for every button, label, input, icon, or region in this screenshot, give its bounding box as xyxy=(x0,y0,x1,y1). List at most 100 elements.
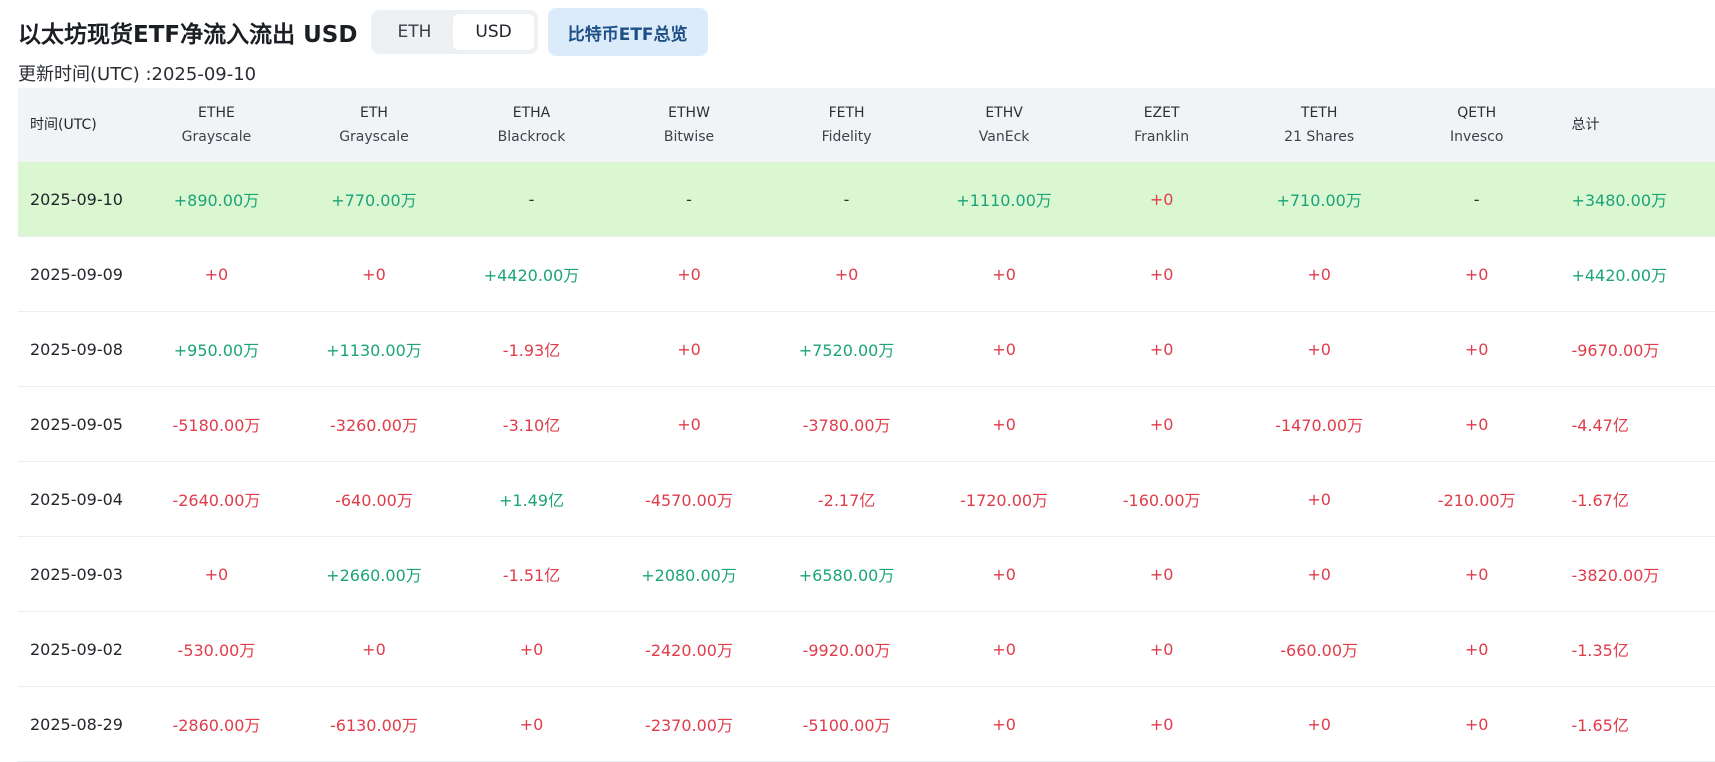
flow-cell: +0 xyxy=(362,264,386,284)
flow-cell: +0 xyxy=(362,639,386,659)
flow-cell: -1.93亿 xyxy=(502,341,561,360)
column-header-eth: ETH Grayscale xyxy=(295,101,453,149)
flow-cell: +0 xyxy=(1149,339,1174,359)
table-body: 2025-09-10 +890.00万 +770.00万 - - - +1110.00万 +0… xyxy=(18,162,1715,762)
column-ticker: ETHE xyxy=(198,105,235,121)
column-issuer: Grayscale xyxy=(339,129,409,145)
flow-cell: -3.10亿 xyxy=(502,416,561,435)
total-cell: -9670.00万 xyxy=(1571,341,1660,360)
flow-cell: +0 xyxy=(1149,414,1174,434)
flow-cell: -530.00万 xyxy=(177,641,256,660)
column-ticker: ETHV xyxy=(985,105,1023,121)
flow-cell: +0 xyxy=(1149,264,1174,284)
flow-cell: +0 xyxy=(204,264,229,284)
column-header-ethv: ETHV VanEck xyxy=(925,101,1083,149)
table-row: 2025-09-02 -530.00万 +0 +0 -2420.00万 -9920.00万… xyxy=(18,612,1715,687)
etf-flow-table: 时间(UTC) ETHE Grayscale ETH Grayscale ETHA Bla… xyxy=(18,88,1715,762)
column-header-ethw: ETHW Bitwise xyxy=(610,101,768,149)
flow-cell: -2860.00万 xyxy=(172,716,261,735)
flow-cell: -5100.00万 xyxy=(802,716,891,735)
flow-cell: -2370.00万 xyxy=(645,716,733,735)
table-row: 2025-09-09 +0 +0 +4420.00万 +0 +0 +0 +0 +0 +0 +4420… xyxy=(18,237,1715,312)
flow-cell: +0 xyxy=(992,639,1016,659)
total-cell: +3480.00万 xyxy=(1571,191,1668,210)
flow-cell: -5180.00万 xyxy=(172,416,261,435)
flow-cell: +0 xyxy=(677,414,701,434)
total-column-header: 总计 xyxy=(1571,117,1600,133)
column-issuer: Franklin xyxy=(1134,129,1190,145)
table-row: 2025-09-04 -2640.00万 -640.00万 +1.49亿 -4570.0… xyxy=(18,462,1715,537)
flow-cell: +0 xyxy=(1307,264,1331,284)
flow-cell: +0 xyxy=(519,639,544,659)
total-cell: -1.65亿 xyxy=(1571,716,1629,735)
column-issuer: Blackrock xyxy=(497,129,566,145)
table-row: 2025-09-10 +890.00万 +770.00万 - - - +1110.00万 +0… xyxy=(18,162,1715,237)
date-cell: 2025-09-03 xyxy=(30,564,123,584)
column-ticker: EZET xyxy=(1143,105,1180,121)
date-cell: 2025-08-29 xyxy=(30,714,123,734)
flow-cell: +0 xyxy=(1464,714,1489,734)
flow-cell: +0 xyxy=(1149,639,1174,659)
page-title: 以太坊现货ETF净流入流出 USD xyxy=(18,22,358,48)
flow-cell: +0 xyxy=(1149,714,1174,734)
flow-cell: -2420.00万 xyxy=(645,641,733,660)
currency-toggle: ETH USD xyxy=(371,10,538,54)
flow-cell: -2640.00万 xyxy=(172,491,261,510)
column-header-ezet: EZET Franklin xyxy=(1083,101,1241,149)
flow-cell: +0 xyxy=(992,339,1016,359)
page: 以太坊现货ETF净流入流出 USD ETH USD 比特币ETF总览 更新时间(… xyxy=(0,0,1715,762)
flow-cell: +0 xyxy=(1464,639,1489,659)
flow-cell: +0 xyxy=(519,714,544,734)
column-ticker: ETHW xyxy=(668,105,710,121)
usd-toggle-button[interactable]: USD xyxy=(453,14,534,50)
flow-cell: -1470.00万 xyxy=(1275,416,1364,435)
flow-cell: +1.49亿 xyxy=(498,491,565,510)
total-cell: +4420.00万 xyxy=(1571,266,1668,285)
bitcoin-etf-overview-button[interactable]: 比特币ETF总览 xyxy=(547,8,708,56)
flow-cell: -210.00万 xyxy=(1437,491,1516,510)
column-header-ethe: ETHE Grayscale xyxy=(138,101,296,149)
flow-cell: +2660.00万 xyxy=(326,566,422,585)
flow-cell: -3260.00万 xyxy=(329,416,418,435)
flow-cell: +0 xyxy=(834,264,859,284)
column-header-teth: TETH 21 Shares xyxy=(1240,101,1398,149)
flow-cell: - xyxy=(843,189,850,209)
column-ticker: ETH xyxy=(360,105,388,121)
header: 以太坊现货ETF净流入流出 USD ETH USD 比特币ETF总览 xyxy=(18,8,708,56)
flow-cell: +890.00万 xyxy=(173,191,260,210)
flow-cell: -9920.00万 xyxy=(802,641,891,660)
date-column-header: 时间(UTC) xyxy=(30,117,97,133)
flow-cell: - xyxy=(686,189,692,209)
column-issuer: 21 Shares xyxy=(1284,129,1355,145)
table-header: 时间(UTC) ETHE Grayscale ETH Grayscale ETHA Bla… xyxy=(18,88,1715,162)
flow-cell: +7520.00万 xyxy=(798,341,895,360)
flow-cell: +6580.00万 xyxy=(798,566,895,585)
column-ticker: QETH xyxy=(1457,105,1497,121)
total-cell: -4.47亿 xyxy=(1571,416,1629,435)
total-cell: -1.35亿 xyxy=(1571,641,1629,660)
table-row: 2025-09-03 +0 +2660.00万 -1.51亿 +2080.00万 +658… xyxy=(18,537,1715,612)
flow-cell: +770.00万 xyxy=(331,191,417,210)
column-header-etha: ETHA Blackrock xyxy=(453,101,611,149)
flow-cell: -640.00万 xyxy=(335,491,413,510)
flow-cell: +0 xyxy=(1307,564,1331,584)
flow-cell: +0 xyxy=(1464,339,1489,359)
flow-cell: +0 xyxy=(1307,489,1331,509)
flow-cell: +0 xyxy=(992,714,1016,734)
date-cell: 2025-09-04 xyxy=(30,489,123,509)
eth-toggle-button[interactable]: ETH xyxy=(375,14,453,50)
flow-cell: - xyxy=(1473,189,1480,209)
flow-cell: +4420.00万 xyxy=(483,266,580,285)
column-issuer: VanEck xyxy=(978,129,1030,145)
flow-cell: -160.00万 xyxy=(1122,491,1201,510)
flow-cell: -660.00万 xyxy=(1280,641,1359,660)
flow-cell: -6130.00万 xyxy=(329,716,418,735)
flow-cell: +950.00万 xyxy=(173,341,260,360)
column-ticker: FETH xyxy=(828,105,865,121)
flow-cell: -3780.00万 xyxy=(802,416,891,435)
flow-cell: +1110.00万 xyxy=(956,191,1052,210)
flow-cell: +0 xyxy=(1149,564,1174,584)
flow-cell: +710.00万 xyxy=(1276,191,1362,210)
flow-cell: +0 xyxy=(1464,564,1489,584)
flow-cell: - xyxy=(528,189,535,209)
